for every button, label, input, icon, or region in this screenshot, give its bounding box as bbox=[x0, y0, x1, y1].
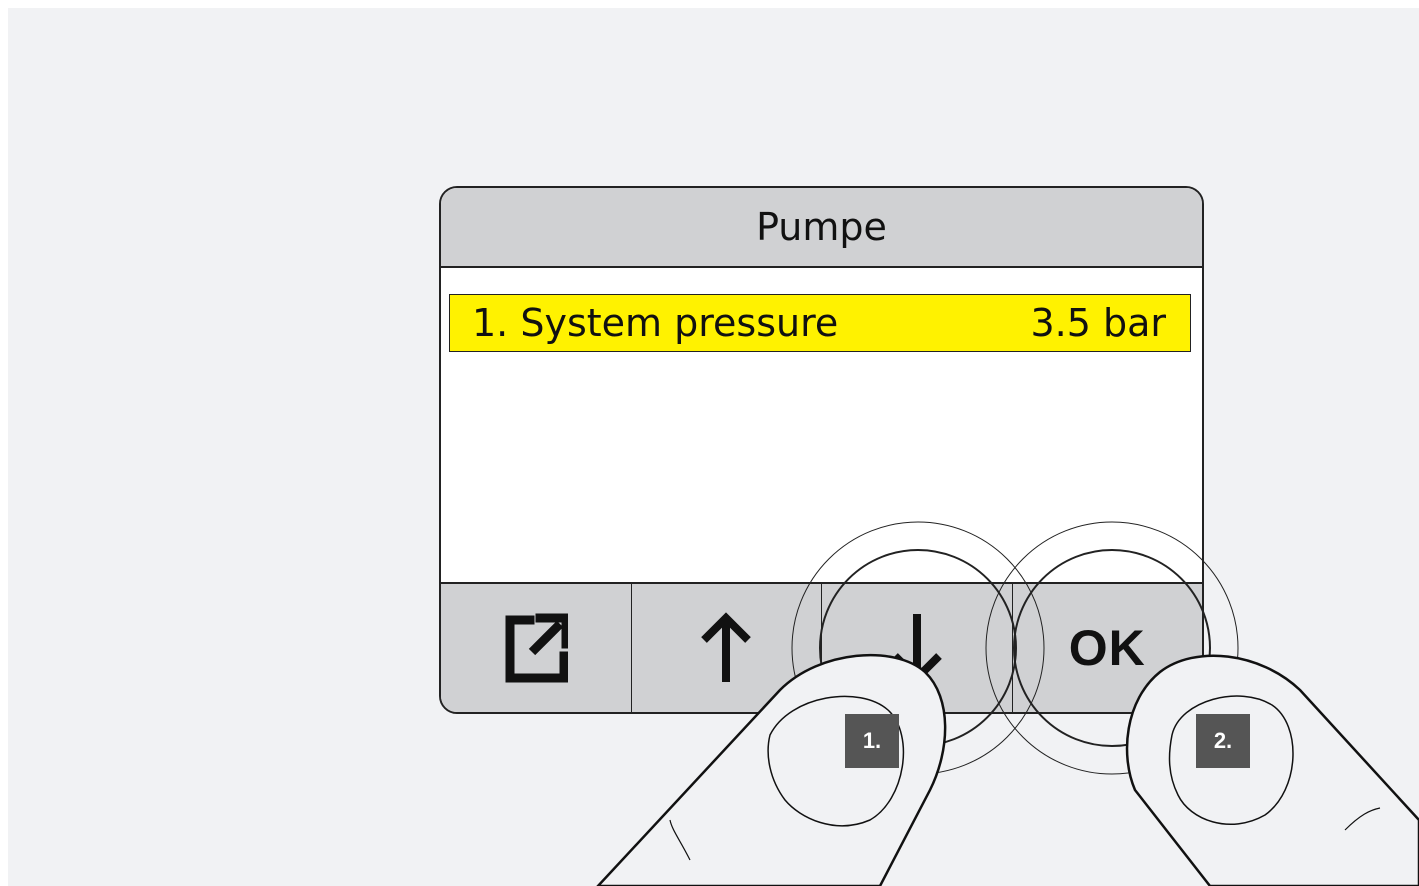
menu-item-value: 3.5 bar bbox=[1030, 301, 1166, 345]
external-link-icon bbox=[505, 613, 568, 683]
step-badge-1: 1. bbox=[845, 714, 899, 768]
ok-label: OK bbox=[1068, 620, 1146, 676]
screen-title: Pumpe bbox=[756, 205, 887, 249]
pump-display: Pumpe 1. System pressure 3.5 bar OK bbox=[439, 186, 1204, 714]
title-bar: Pumpe bbox=[441, 188, 1202, 268]
arrow-up-icon bbox=[701, 612, 752, 682]
arrow-down-icon bbox=[891, 614, 942, 684]
menu-item-system-pressure[interactable]: 1. System pressure 3.5 bar bbox=[449, 294, 1191, 352]
softkey-bar: OK bbox=[441, 582, 1202, 712]
exit-button[interactable] bbox=[441, 584, 632, 712]
step-badge-2: 2. bbox=[1196, 714, 1250, 768]
menu-item-label: 1. System pressure bbox=[472, 301, 839, 345]
ok-button[interactable]: OK bbox=[1013, 584, 1203, 712]
down-button[interactable] bbox=[822, 584, 1013, 712]
up-button[interactable] bbox=[632, 584, 822, 712]
